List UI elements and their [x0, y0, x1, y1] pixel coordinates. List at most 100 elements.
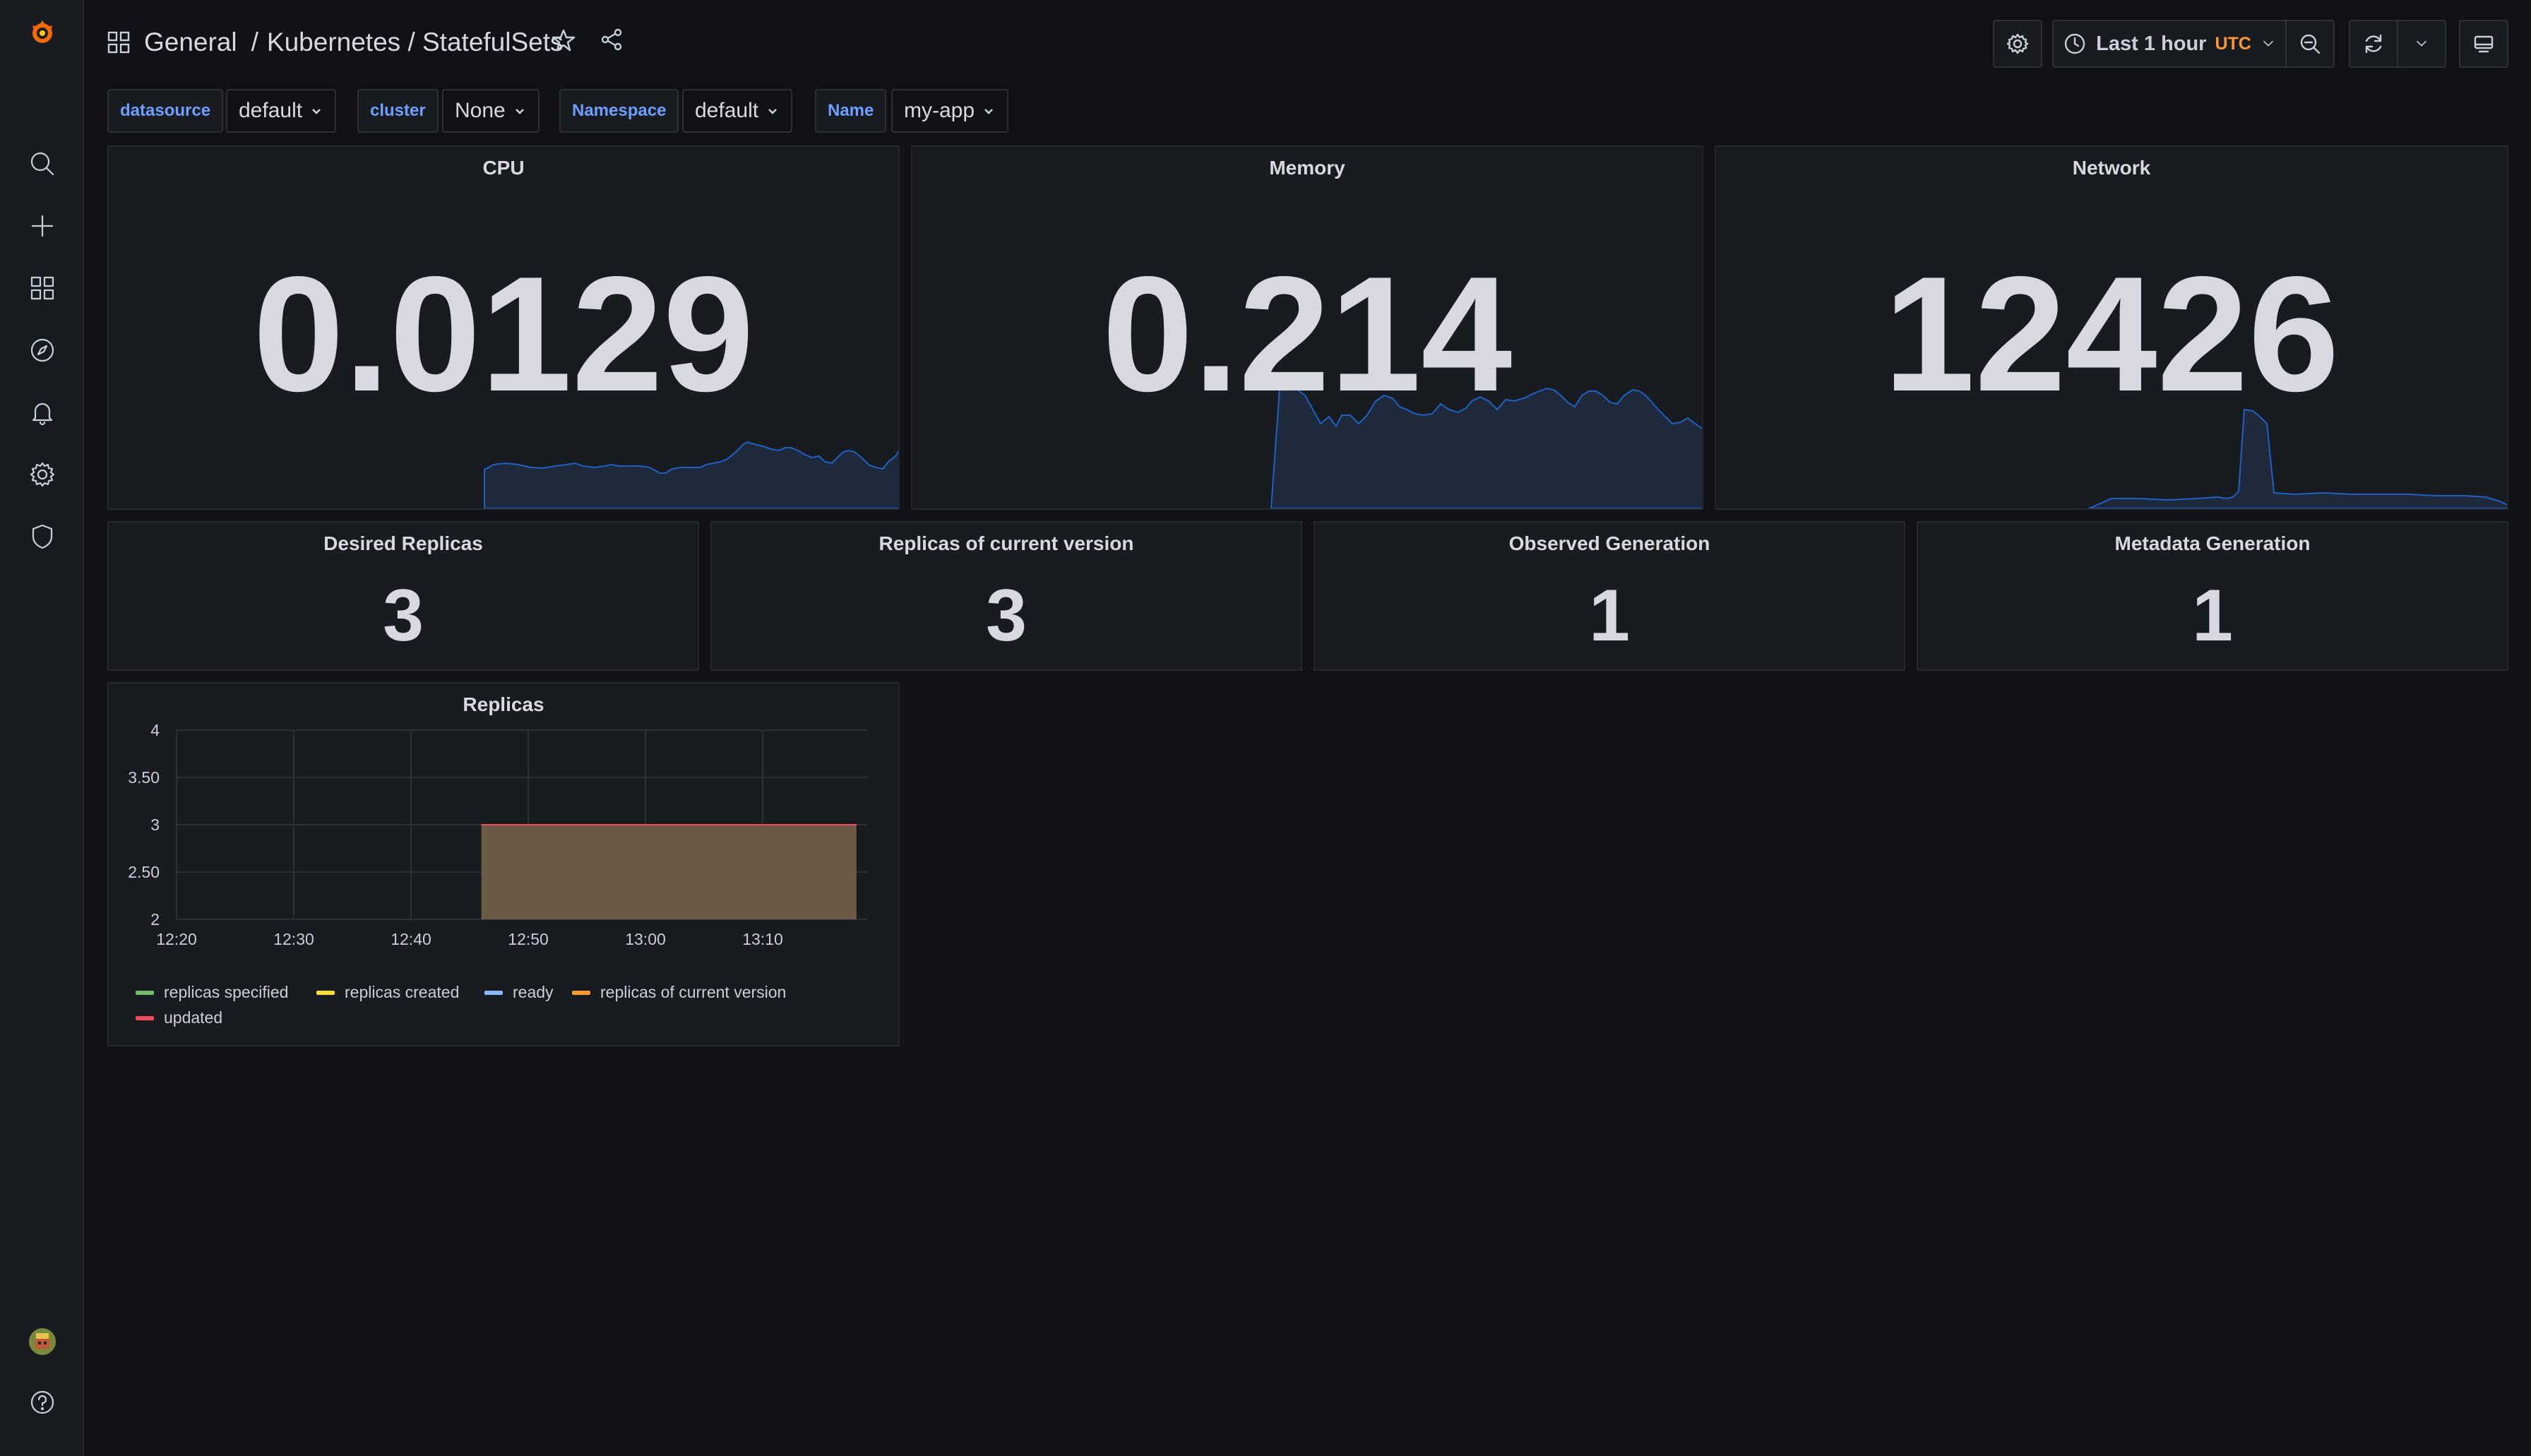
- stat-value: 1: [1589, 575, 1630, 657]
- configuration-gear-icon[interactable]: [24, 456, 61, 493]
- search-icon[interactable]: [24, 145, 61, 182]
- stat-value: 0.0129: [253, 243, 754, 426]
- breadcrumb-separator: /: [251, 28, 258, 56]
- chart-title: Replicas: [463, 693, 544, 715]
- chevron-down-icon: [2263, 40, 2273, 47]
- tv-mode-button[interactable]: [2459, 20, 2508, 68]
- create-plus-icon[interactable]: [24, 208, 61, 244]
- legend-label: replicas of current version: [600, 983, 787, 1001]
- variable-label-name: Name: [815, 89, 887, 133]
- help-icon[interactable]: [24, 1384, 61, 1421]
- variable-select-datasource[interactable]: default: [226, 89, 337, 133]
- panel-title: Replicas of current version: [879, 532, 1134, 554]
- dashboard-grid-icon: [107, 31, 130, 54]
- network-panel[interactable]: Network 12426: [1715, 145, 2508, 510]
- cpu-panel[interactable]: CPU 0.0129: [107, 145, 900, 510]
- memory-panel[interactable]: Memory 0.214: [911, 145, 1703, 510]
- legend-item[interactable]: replicas specified: [136, 983, 288, 1002]
- refresh-icon: [2365, 34, 2382, 54]
- user-avatar[interactable]: [24, 1323, 61, 1360]
- panel-title: Observed Generation: [1508, 532, 1710, 554]
- y-tick-label: 3: [150, 816, 160, 834]
- replicas-chart: 4 3.50 3 2.50 212:20 12:30 12:40 12:50 13:00 13:1…: [128, 721, 867, 948]
- replicas-chart-panel[interactable]: Replicas 4 3.50 3 2.50 2 12:20 12:30 12:40 12:50…: [107, 682, 900, 1046]
- zoom-out-button[interactable]: [2285, 20, 2335, 68]
- star-icon[interactable]: [549, 27, 578, 55]
- metadata-generation-panel[interactable]: Metadata Generation 1: [1917, 521, 2508, 671]
- server-admin-shield-icon[interactable]: [24, 518, 61, 555]
- panel-title: CPU: [482, 157, 525, 179]
- x-tick-label: 12:20: [156, 930, 197, 948]
- legend-swatch: [136, 1015, 154, 1020]
- stat-value: 3: [986, 575, 1027, 657]
- legend-swatch: [484, 990, 503, 995]
- legend-item[interactable]: replicas of current version: [572, 983, 786, 1002]
- time-picker-button[interactable]: Last 1 hour UTC: [2052, 20, 2287, 68]
- time-range-label: Last 1 hour: [2096, 32, 2207, 55]
- zoom-out-icon: [2300, 34, 2321, 54]
- dashboard-title[interactable]: Kubernetes / StatefulSets: [267, 28, 564, 57]
- variable-label-cluster: cluster: [357, 89, 439, 133]
- observed-generation-panel[interactable]: Observed Generation 1: [1314, 521, 1905, 671]
- stat-value: 3: [383, 575, 424, 657]
- legend-label: replicas specified: [164, 983, 289, 1001]
- series-area: [481, 825, 857, 919]
- y-tick-label: 2.50: [128, 863, 160, 881]
- stat-value: 12426: [1883, 243, 2340, 426]
- legend-item[interactable]: updated: [136, 1008, 222, 1027]
- alerting-bell-icon[interactable]: [24, 394, 61, 431]
- variable-label-datasource: datasource: [107, 89, 224, 133]
- panel-title: Desired Replicas: [323, 532, 483, 554]
- chevron-down-icon: [312, 109, 321, 114]
- sidebar: [0, 0, 84, 1456]
- x-tick-label: 13:00: [625, 930, 666, 948]
- variable-select-name[interactable]: my-app: [891, 89, 1009, 133]
- stat-value: 0.214: [1102, 243, 1513, 426]
- variable-value: my-app: [904, 99, 975, 122]
- chevron-down-icon: [2417, 40, 2426, 47]
- panel-title: Metadata Generation: [2114, 532, 2311, 554]
- desired-replicas-panel[interactable]: Desired Replicas 3: [107, 521, 699, 671]
- variable-value: default: [239, 99, 303, 122]
- x-tick-label: 12:50: [508, 930, 549, 948]
- timezone-label: UTC: [2215, 33, 2251, 54]
- gear-icon: [2006, 33, 2029, 54]
- refresh-button[interactable]: [2349, 20, 2398, 68]
- dashboards-icon[interactable]: [24, 270, 61, 306]
- panel-title: Memory: [1269, 157, 1345, 179]
- legend-label: replicas created: [345, 983, 460, 1001]
- variable-value: default: [695, 99, 759, 122]
- y-tick-label: 2: [150, 910, 160, 929]
- clock-icon: [2064, 33, 2085, 54]
- refresh-interval-dropdown[interactable]: [2397, 20, 2446, 68]
- legend-swatch: [316, 990, 335, 995]
- chevron-down-icon: [515, 109, 524, 114]
- monitor-icon: [2474, 35, 2494, 53]
- legend-item[interactable]: replicas created: [316, 983, 459, 1002]
- variable-select-namespace[interactable]: default: [682, 89, 793, 133]
- grafana-logo-icon[interactable]: [24, 14, 61, 51]
- dashboard-settings-button[interactable]: [1993, 20, 2042, 68]
- explore-compass-icon[interactable]: [24, 332, 61, 369]
- x-tick-label: 12:30: [273, 930, 314, 948]
- variable-select-cluster[interactable]: None: [442, 89, 540, 133]
- legend-item[interactable]: ready: [484, 983, 554, 1002]
- y-tick-label: 4: [150, 721, 160, 739]
- legend-label: updated: [164, 1008, 223, 1027]
- variable-label-namespace: Namespace: [559, 89, 679, 133]
- breadcrumb: General / Kubernetes / StatefulSets: [106, 23, 564, 62]
- share-icon[interactable]: [597, 25, 626, 54]
- chevron-down-icon: [984, 109, 993, 114]
- breadcrumb-folder[interactable]: General: [144, 28, 237, 57]
- chevron-down-icon: [768, 109, 777, 114]
- legend-swatch: [136, 990, 154, 995]
- legend-label: ready: [513, 983, 554, 1001]
- panel-title: Network: [2072, 157, 2151, 179]
- stat-value: 1: [2192, 575, 2233, 657]
- y-tick-label: 3.50: [128, 768, 160, 787]
- legend-swatch: [572, 990, 590, 995]
- variable-value: None: [455, 99, 506, 122]
- x-tick-label: 12:40: [391, 930, 431, 948]
- x-tick-label: 13:10: [742, 930, 783, 948]
- replicas-current-version-panel[interactable]: Replicas of current version 3: [710, 521, 1302, 671]
